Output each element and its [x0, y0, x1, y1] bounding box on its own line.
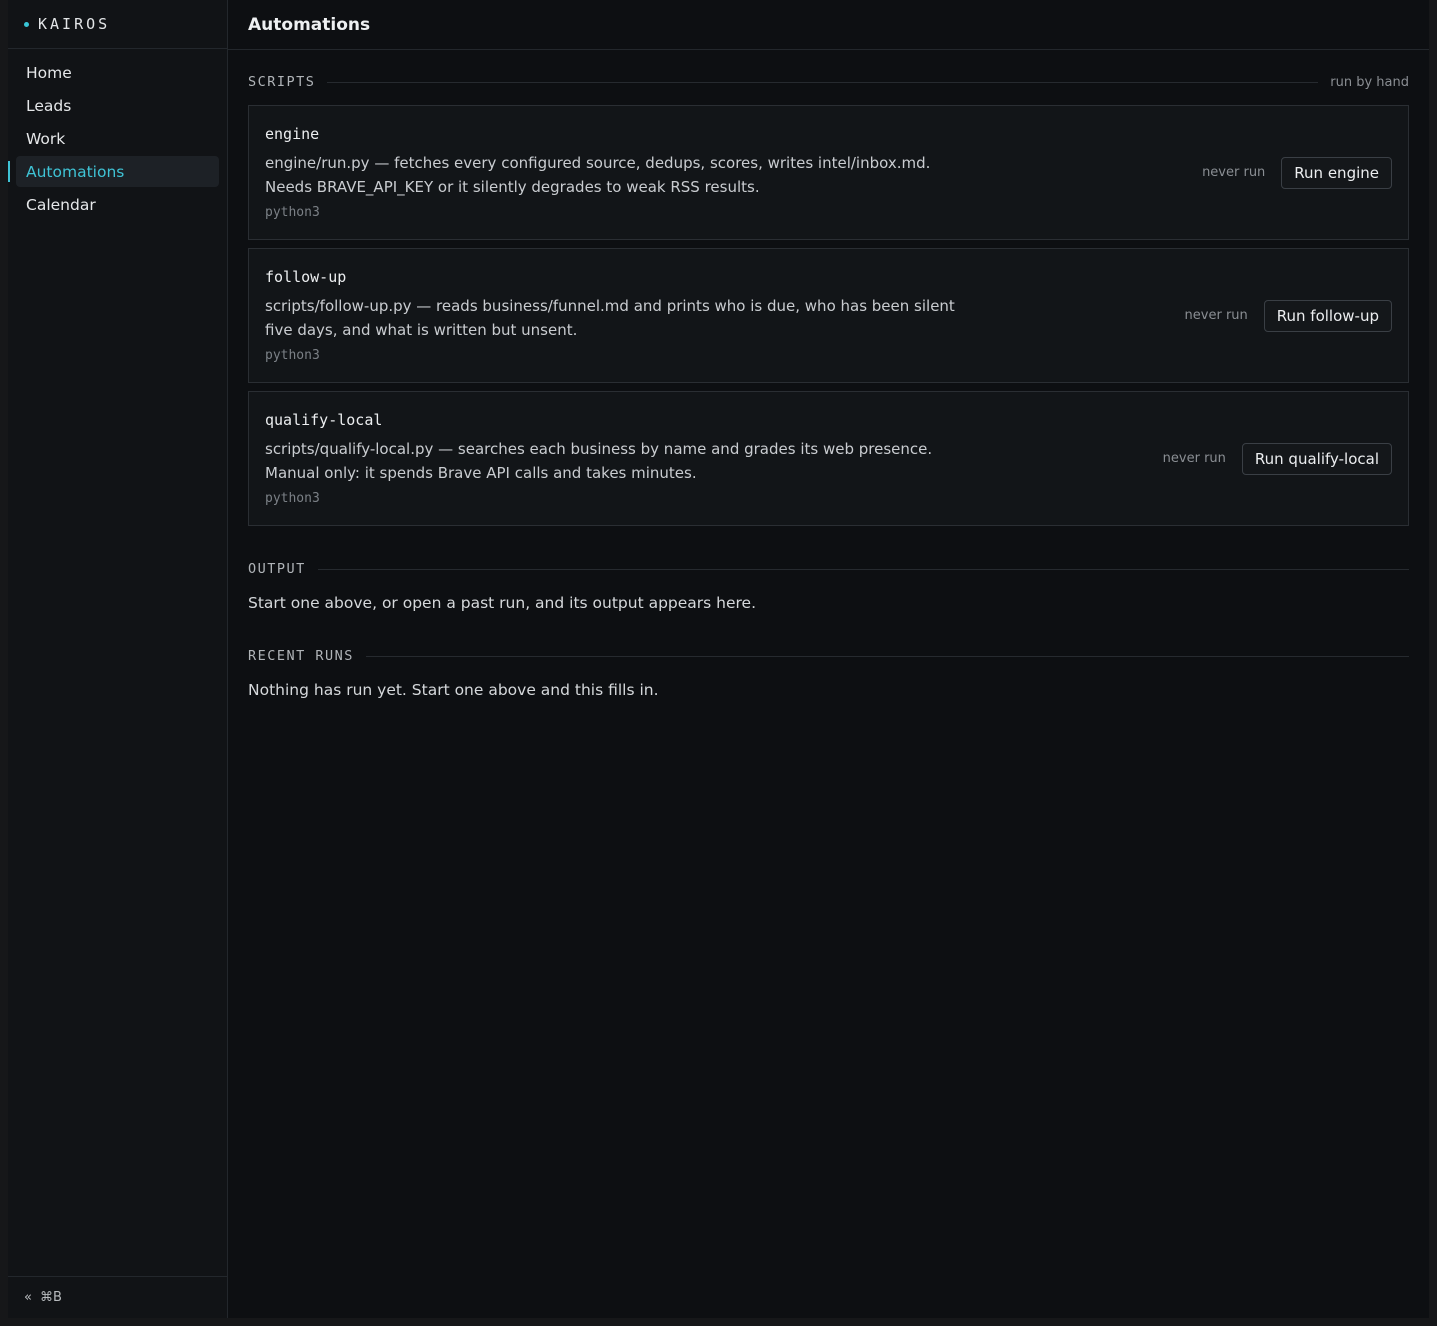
last-run-status: never run: [1202, 165, 1266, 180]
script-name: follow-up: [265, 268, 347, 286]
main-panel: Automations SCRIPTS run by hand engine e…: [228, 0, 1429, 1318]
script-card-body: follow-up scripts/follow-up.py — reads b…: [265, 268, 1185, 363]
topbar: Automations: [228, 0, 1429, 50]
recent-runs-section-title: RECENT RUNS: [248, 648, 354, 664]
script-runtime: python3: [265, 491, 320, 506]
script-card-actions: never run Run engine: [1202, 156, 1392, 189]
section-divider: [327, 81, 1319, 83]
scripts-section-title: SCRIPTS: [248, 74, 316, 90]
section-divider: [365, 655, 1409, 657]
section-divider: [317, 568, 1409, 570]
output-section-title: OUTPUT: [248, 561, 306, 577]
app-window: KAIROS Home Leads Work Automations Calen…: [8, 0, 1429, 1318]
script-card-qualify-local: qualify-local scripts/qualify-local.py —…: [248, 391, 1409, 526]
script-runtime: python3: [265, 348, 320, 363]
content: SCRIPTS run by hand engine engine/run.py…: [228, 50, 1429, 699]
output-empty-text: Start one above, or open a past run, and…: [248, 594, 757, 612]
output-section-header: OUTPUT: [248, 560, 1409, 578]
script-description: scripts/qualify-local.py — searches each…: [265, 440, 933, 482]
recent-runs-section-header: RECENT RUNS: [248, 647, 1409, 665]
script-card-actions: never run Run qualify-local: [1162, 442, 1392, 475]
sidebar-item-work[interactable]: Work: [16, 123, 219, 154]
run-engine-button[interactable]: Run engine: [1281, 156, 1392, 189]
collapse-sidebar-icon[interactable]: «: [24, 1290, 32, 1305]
script-description: engine/run.py — fetches every configured…: [265, 154, 931, 196]
script-card-body: qualify-local scripts/qualify-local.py —…: [265, 411, 1163, 506]
sidebar-item-home[interactable]: Home: [16, 57, 219, 88]
script-name: qualify-local: [265, 411, 383, 429]
brand: KAIROS: [8, 0, 227, 49]
brand-dot-icon: [24, 21, 29, 27]
script-card-actions: never run Run follow-up: [1184, 299, 1392, 332]
script-runtime: python3: [265, 205, 320, 220]
script-description: scripts/follow-up.py — reads business/fu…: [265, 297, 955, 339]
script-card-follow-up: follow-up scripts/follow-up.py — reads b…: [248, 248, 1409, 383]
sidebar-item-calendar[interactable]: Calendar: [16, 189, 219, 220]
scripts-section-header: SCRIPTS run by hand: [248, 73, 1409, 91]
scripts-section-note: run by hand: [1330, 74, 1409, 90]
last-run-status: never run: [1162, 451, 1226, 466]
recent-runs-empty-text: Nothing has run yet. Start one above and…: [248, 681, 659, 699]
sidebar-footer: « ⌘B: [8, 1276, 227, 1318]
brand-name: KAIROS: [38, 15, 111, 33]
last-run-status: never run: [1184, 308, 1248, 323]
script-name: engine: [265, 125, 320, 143]
sidebar-item-automations[interactable]: Automations: [8, 156, 219, 187]
script-card-body: engine engine/run.py — fetches every con…: [265, 125, 1202, 220]
collapse-shortcut: ⌘B: [39, 1290, 62, 1305]
run-follow-up-button[interactable]: Run follow-up: [1263, 299, 1392, 332]
sidebar-nav: Home Leads Work Automations Calendar: [8, 49, 227, 222]
run-qualify-local-button[interactable]: Run qualify-local: [1241, 442, 1392, 475]
page-title: Automations: [248, 14, 371, 35]
script-card-engine: engine engine/run.py — fetches every con…: [248, 105, 1409, 240]
sidebar-item-leads[interactable]: Leads: [16, 90, 219, 121]
sidebar: KAIROS Home Leads Work Automations Calen…: [8, 0, 228, 1318]
